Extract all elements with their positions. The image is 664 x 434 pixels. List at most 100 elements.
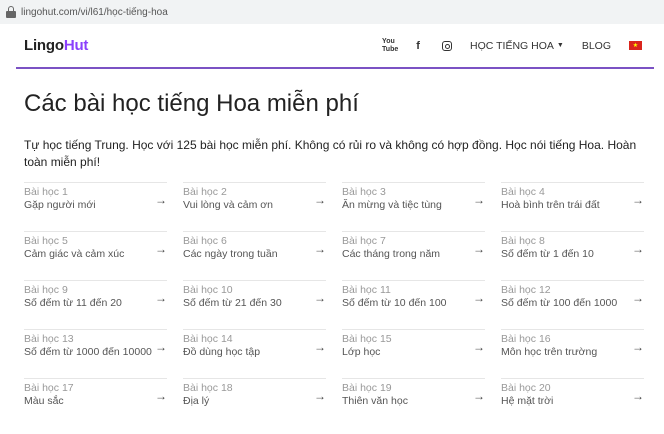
site-logo[interactable]: LingoHut [24, 37, 88, 54]
lesson-number: Bài học 17 [24, 382, 74, 394]
lesson-card[interactable]: Bài học 8 Số đếm từ 1 đến 10 → [501, 231, 644, 280]
lesson-name: Số đếm từ 11 đến 20 [24, 297, 122, 309]
blog-link[interactable]: BLOG [582, 40, 611, 52]
arrow-right-icon: → [314, 340, 326, 354]
lesson-number: Bài học 12 [501, 284, 551, 296]
intro-text: Tự học tiếng Trung. Học với 125 bài học … [24, 138, 637, 169]
lesson-name: Địa lý [183, 395, 210, 407]
lesson-number: Bài học 14 [183, 333, 233, 345]
top-nav: You Tube f HỌC TIẾNG HOA ▼ BLOG ★ [364, 38, 642, 54]
arrow-right-icon: → [632, 389, 644, 403]
address-bar[interactable]: lingohut.com/vi/l61/học-tiếng-hoa [0, 0, 664, 24]
lesson-card[interactable]: Bài học 18 Địa lý → [183, 378, 326, 427]
arrow-right-icon: → [632, 242, 644, 256]
lesson-number: Bài học 2 [183, 186, 227, 198]
lesson-card[interactable]: Bài học 19 Thiên văn học → [342, 378, 485, 427]
arrow-right-icon: → [632, 340, 644, 354]
lesson-name: Ăn mừng và tiệc tùng [342, 199, 442, 211]
arrow-right-icon: → [473, 193, 485, 207]
lesson-card[interactable]: Bài học 6 Các ngày trong tuần → [183, 231, 326, 280]
lesson-card[interactable]: Bài học 16 Môn học trên trường → [501, 329, 644, 378]
lesson-name: Hệ mặt trời [501, 395, 554, 407]
instagram-icon[interactable] [442, 40, 453, 51]
arrow-right-icon: → [473, 340, 485, 354]
lesson-card[interactable]: Bài học 17 Màu sắc → [24, 378, 167, 427]
lesson-card[interactable]: Bài học 7 Các tháng trong năm → [342, 231, 485, 280]
lesson-card[interactable]: Bài học 1 Gặp người mới → [24, 182, 167, 231]
lesson-name: Vui lòng và cảm ơn [183, 199, 273, 211]
lesson-card[interactable]: Bài học 11 Số đếm từ 10 đến 100 → [342, 280, 485, 329]
logo-part-lingo: Lingo [24, 37, 64, 54]
arrow-right-icon: → [314, 291, 326, 305]
lesson-number: Bài học 6 [183, 235, 227, 247]
arrow-right-icon: → [155, 340, 167, 354]
lesson-card[interactable]: Bài học 4 Hoà bình trên trái đất → [501, 182, 644, 231]
lesson-card[interactable]: Bài học 14 Đồ dùng học tập → [183, 329, 326, 378]
lesson-number: Bài học 3 [342, 186, 386, 198]
lesson-name: Số đếm từ 100 đến 1000 [501, 297, 618, 309]
lesson-card[interactable]: Bài học 15 Lớp học → [342, 329, 485, 378]
arrow-right-icon: → [155, 193, 167, 207]
lesson-name: Hoà bình trên trái đất [501, 199, 600, 211]
lesson-card[interactable]: Bài học 5 Cảm giác và cảm xúc → [24, 231, 167, 280]
lesson-number: Bài học 16 [501, 333, 551, 345]
lesson-card[interactable]: Bài học 3 Ăn mừng và tiệc tùng → [342, 182, 485, 231]
arrow-right-icon: → [314, 389, 326, 403]
lesson-name: Cảm giác và cảm xúc [24, 248, 125, 260]
lesson-name: Các tháng trong năm [342, 248, 441, 260]
arrow-right-icon: → [473, 291, 485, 305]
lesson-number: Bài học 10 [183, 284, 233, 296]
lesson-card[interactable]: Bài học 13 Số đếm từ 1000 đến 10000 → [24, 329, 167, 378]
lesson-number: Bài học 8 [501, 235, 545, 247]
logo-part-hut: Hut [63, 37, 89, 54]
lesson-name: Màu sắc [24, 395, 64, 407]
lesson-name: Các ngày trong tuần [183, 248, 278, 260]
lesson-card[interactable]: Bài học 2 Vui lòng và cảm ơn → [183, 182, 326, 231]
arrow-right-icon: → [473, 389, 485, 403]
lesson-card[interactable]: Bài học 12 Số đếm từ 100 đến 1000 → [501, 280, 644, 329]
lesson-name: Lớp học [342, 346, 381, 358]
lock-icon [6, 6, 16, 18]
lesson-grid: Bài học 1 Gặp người mới → Bài học 2 Vui lòng… [24, 182, 644, 427]
facebook-icon[interactable]: f [412, 40, 424, 52]
lesson-name: Số đếm từ 21 đến 30 [183, 297, 282, 309]
lesson-number: Bài học 18 [183, 382, 233, 394]
arrow-right-icon: → [632, 193, 644, 207]
arrow-right-icon: → [473, 242, 485, 256]
site-header: LingoHut You Tube f HỌC TIẾNG HOA ▼ BLOG… [16, 24, 654, 69]
lesson-name: Số đếm từ 10 đến 100 [342, 297, 447, 309]
lesson-number: Bài học 7 [342, 235, 386, 247]
arrow-right-icon: → [314, 193, 326, 207]
page-title: Các bài học tiếng Hoa miễn phí [24, 90, 359, 117]
menu-hoc-tieng-hoa[interactable]: HỌC TIẾNG HOA ▼ [470, 40, 564, 52]
arrow-right-icon: → [155, 291, 167, 305]
arrow-right-icon: → [155, 389, 167, 403]
arrow-right-icon: → [632, 291, 644, 305]
lesson-name: Gặp người mới [24, 199, 96, 211]
lesson-number: Bài học 5 [24, 235, 68, 247]
lesson-card[interactable]: Bài học 9 Số đếm từ 11 đến 20 → [24, 280, 167, 329]
lesson-card[interactable]: Bài học 10 Số đếm từ 21 đến 30 → [183, 280, 326, 329]
menu-label: HỌC TIẾNG HOA [470, 39, 554, 52]
lesson-name: Đồ dùng học tập [183, 346, 261, 358]
chevron-down-icon: ▼ [556, 42, 564, 49]
arrow-right-icon: → [314, 242, 326, 256]
lesson-number: Bài học 19 [342, 382, 392, 394]
vietnam-flag-icon[interactable]: ★ [629, 41, 642, 50]
lesson-name: Số đếm từ 1 đến 10 [501, 248, 594, 260]
lesson-number: Bài học 15 [342, 333, 392, 345]
lesson-number: Bài học 13 [24, 333, 74, 345]
lesson-number: Bài học 1 [24, 186, 68, 198]
lesson-number: Bài học 11 [342, 284, 391, 296]
lesson-number: Bài học 4 [501, 186, 545, 198]
arrow-right-icon: → [155, 242, 167, 256]
lesson-name: Thiên văn học [342, 395, 408, 407]
lesson-number: Bài học 9 [24, 284, 68, 296]
lesson-name: Số đếm từ 1000 đến 10000 [24, 346, 152, 358]
lesson-card[interactable]: Bài học 20 Hệ mặt trời → [501, 378, 644, 427]
url-text[interactable]: lingohut.com/vi/l61/học-tiếng-hoa [21, 7, 168, 18]
lesson-name: Môn học trên trường [501, 346, 598, 358]
lesson-number: Bài học 20 [501, 382, 551, 394]
youtube-icon[interactable]: You Tube [382, 38, 398, 54]
flag-star: ★ [632, 42, 639, 49]
